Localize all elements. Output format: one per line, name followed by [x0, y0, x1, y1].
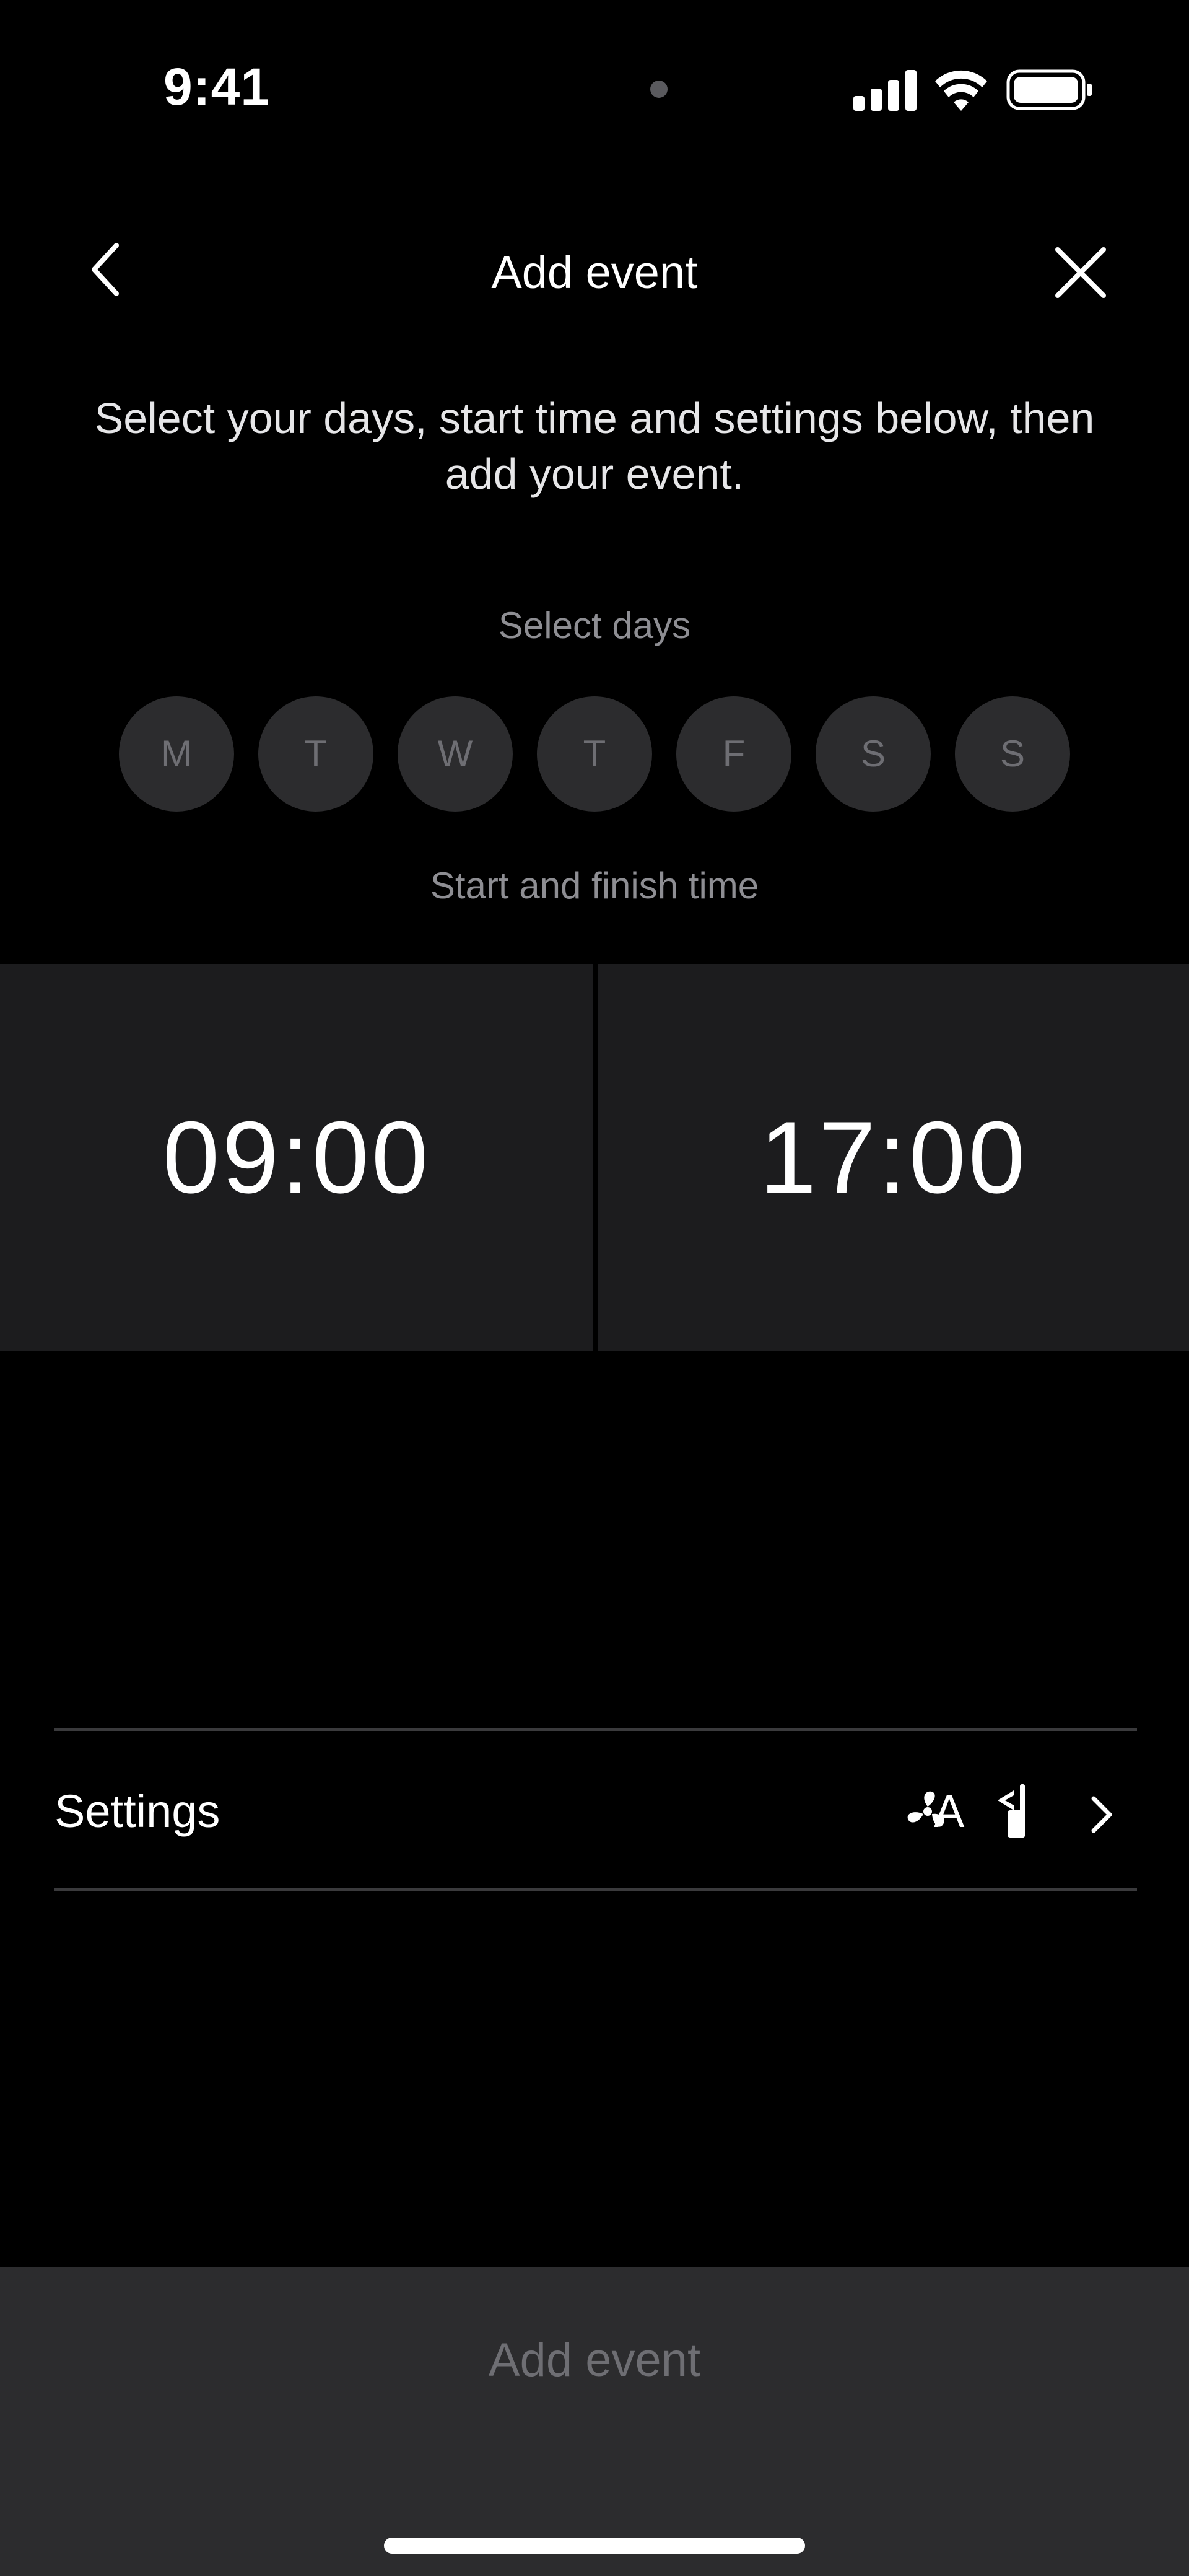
day-sunday-button[interactable]: S	[955, 696, 1070, 812]
camera-indicator	[650, 81, 668, 98]
day-wednesday-button[interactable]: W	[398, 696, 513, 812]
fan-mode-value: A	[934, 1785, 965, 1837]
home-indicator[interactable]	[384, 2538, 805, 2554]
day-tuesday-button[interactable]: T	[258, 696, 373, 812]
day-friday-button[interactable]: F	[676, 696, 791, 812]
wifi-icon	[935, 70, 987, 111]
footer: Add event	[0, 2267, 1189, 2576]
day-thursday-button[interactable]: T	[537, 696, 652, 812]
cellular-signal-icon	[853, 70, 917, 111]
select-days-label: Select days	[498, 605, 691, 646]
airflow-icon	[993, 1781, 1048, 1842]
status-icons	[848, 65, 1096, 115]
day-selector: M T W T F S S	[119, 696, 1070, 814]
finish-time-picker[interactable]: 17:00	[598, 964, 1189, 1351]
intro-text: Select your days, start time and setting…	[94, 394, 1095, 498]
day-monday-button[interactable]: M	[119, 696, 234, 812]
day-saturday-button[interactable]: S	[816, 696, 931, 812]
divider	[54, 1888, 1137, 1891]
status-time: 9:41	[163, 58, 271, 116]
start-time-picker[interactable]: 09:00	[0, 964, 593, 1351]
divider	[54, 1728, 1137, 1731]
battery-icon	[1006, 69, 1092, 110]
close-button[interactable]	[1047, 239, 1115, 307]
add-event-button[interactable]: Add event	[0, 2305, 1189, 2416]
close-icon	[1055, 247, 1106, 298]
chevron-right-icon	[1082, 1790, 1120, 1839]
time-label: Start and finish time	[430, 865, 759, 906]
chevron-left-icon	[92, 243, 119, 296]
settings-row[interactable]: Settings A	[54, 1732, 1137, 1891]
settings-label: Settings	[54, 1785, 220, 1837]
back-button[interactable]	[81, 235, 130, 304]
page-title: Add event	[491, 247, 698, 298]
